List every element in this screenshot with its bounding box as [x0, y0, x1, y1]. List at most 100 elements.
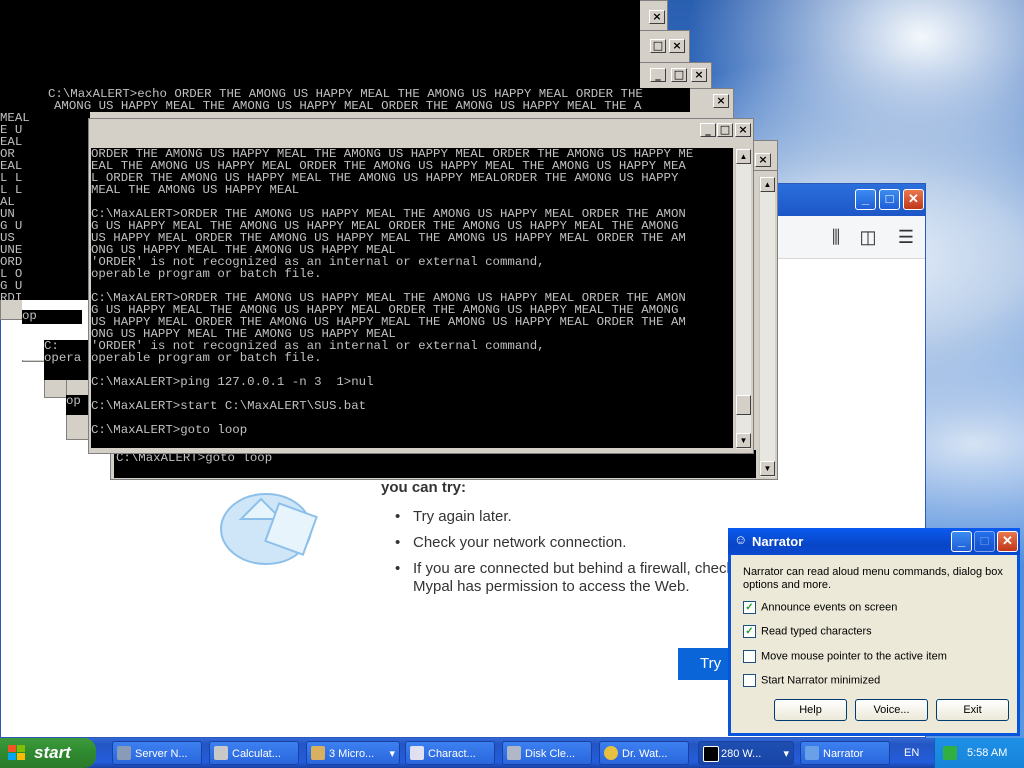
- console-line: op: [66, 395, 81, 408]
- console-fragment-opera: C: opera: [44, 340, 88, 380]
- narrator-titlebar[interactable]: ☺ Narrator _ □ ✕: [728, 528, 1020, 555]
- sidebar-icon[interactable]: ◫: [855, 224, 881, 250]
- maximize-icon[interactable]: □: [879, 189, 900, 210]
- close-icon[interactable]: ×: [735, 123, 751, 137]
- option-label: Start Narrator minimized: [761, 674, 881, 687]
- close-icon[interactable]: ✕: [997, 531, 1018, 552]
- close-icon[interactable]: ×: [755, 153, 771, 167]
- suggestion-text-cont: Mypal has permission to access the Web.: [413, 578, 690, 595]
- exit-button[interactable]: Exit: [936, 699, 1009, 721]
- checkbox[interactable]: [743, 674, 756, 687]
- close-icon[interactable]: ×: [713, 94, 729, 108]
- character-map-icon: [410, 746, 424, 760]
- narrator-icon: [805, 746, 819, 760]
- task-label: 280 W...: [721, 748, 762, 760]
- console-line: opera: [44, 351, 82, 365]
- option-start-minimized[interactable]: Start Narrator minimized: [743, 674, 880, 687]
- suggestions-heading: you can try:: [381, 479, 467, 496]
- option-announce-events[interactable]: ✓ Announce events on screen: [743, 601, 897, 614]
- option-label: Read typed characters: [761, 625, 872, 638]
- scroll-down-icon[interactable]: ▼: [760, 461, 775, 476]
- start-label: start: [34, 743, 71, 762]
- console-fragment-op-2: op: [66, 395, 90, 415]
- minimize-icon[interactable]: _: [855, 189, 876, 210]
- suggestion-text: If you are connected but behind a firewa…: [413, 560, 735, 577]
- minimize-icon[interactable]: _: [650, 68, 666, 82]
- task-disk-cleanup[interactable]: Disk Cle...: [502, 741, 592, 765]
- console-line: C:\MaxALERT>ping 127.0.0.1 -n 3 1>nul: [91, 375, 374, 389]
- task-label: 3 Micro...: [329, 748, 375, 760]
- micro-icon: [311, 746, 325, 760]
- checkbox[interactable]: [743, 650, 756, 663]
- taskbar: start Server N... Calculat... 3 Micro...…: [0, 738, 1024, 768]
- mascot-illustration: [220, 493, 318, 565]
- minimize-icon[interactable]: _: [951, 531, 972, 552]
- clock[interactable]: 5:58 AM: [967, 738, 1007, 768]
- console-line: C:\MaxALERT>start C:\MaxALERT\SUS.bat: [91, 399, 367, 413]
- console-back-output: C:\MaxALERT>goto loop: [114, 450, 756, 478]
- scroll-up-icon[interactable]: ▲: [760, 177, 775, 192]
- start-button[interactable]: start: [0, 738, 96, 768]
- task-character-map[interactable]: Charact...: [405, 741, 495, 765]
- narrator-description: Narrator can read aloud menu commands, d…: [743, 566, 1003, 591]
- server-icon: [117, 746, 131, 760]
- scroll-thumb[interactable]: [736, 395, 751, 415]
- task-micro-group[interactable]: 3 Micro... ▾: [306, 741, 400, 765]
- option-label: Announce events on screen: [761, 601, 898, 614]
- task-server-n[interactable]: Server N...: [112, 741, 202, 765]
- task-dr-watson[interactable]: Dr. Wat...: [599, 741, 689, 765]
- voice-button[interactable]: Voice...: [855, 699, 928, 721]
- narrator-dialog: ☺ Narrator _ □ ✕ Narrator can read aloud…: [728, 528, 1020, 736]
- list-item: Try again later.: [393, 508, 927, 526]
- scroll-up-icon[interactable]: ▲: [736, 149, 751, 164]
- task-label: Server N...: [135, 748, 188, 760]
- console-line: RDI: [0, 291, 23, 300]
- maximize-icon[interactable]: □: [671, 68, 687, 82]
- task-calculator[interactable]: Calculat...: [209, 741, 299, 765]
- close-icon[interactable]: ×: [669, 39, 685, 53]
- checkbox[interactable]: ✓: [743, 625, 756, 638]
- library-icon[interactable]: ⫼: [823, 224, 849, 250]
- narrator-app-icon: ☺: [734, 532, 748, 547]
- close-icon[interactable]: ×: [691, 68, 707, 82]
- console-fragment-op: op: [22, 310, 82, 324]
- console-line: C:\MaxALERT>goto loop: [91, 423, 248, 437]
- console-line: operable program or batch file.: [91, 267, 322, 281]
- scroll-down-icon[interactable]: ▼: [736, 433, 751, 448]
- console-left-fragments: L AEMEALE UEALOREALL LL LALUNG UUSUNEORD…: [0, 100, 90, 300]
- console-line: MEAL THE AMONG US HAPPY MEAL: [91, 183, 300, 197]
- disk-icon: [507, 746, 521, 760]
- menu-icon[interactable]: ☰: [893, 224, 919, 250]
- task-label: Calculat...: [232, 748, 281, 760]
- close-icon[interactable]: ×: [649, 10, 665, 24]
- minimize-icon[interactable]: _: [700, 123, 716, 137]
- maximize-icon: □: [974, 531, 995, 552]
- task-narrator[interactable]: Narrator: [800, 741, 890, 765]
- scrollbar[interactable]: ▲ ▼: [735, 149, 751, 449]
- console-back-fill: [0, 0, 640, 88]
- scrollbar[interactable]: ▲ ▼: [759, 177, 775, 477]
- console-titlebar[interactable]: _ □ ×: [89, 119, 753, 139]
- language-indicator[interactable]: EN: [904, 738, 919, 768]
- task-label: Narrator: [823, 748, 864, 760]
- calculator-icon: [214, 746, 228, 760]
- help-button[interactable]: Help: [774, 699, 847, 721]
- chevron-down-icon: ▾: [783, 748, 789, 760]
- network-icon[interactable]: [943, 746, 957, 760]
- option-read-typed[interactable]: ✓ Read typed characters: [743, 625, 872, 638]
- task-label: Disk Cle...: [525, 748, 576, 760]
- console-echo-lines: C:\MaxALERT>echo ORDER THE AMONG US HAPP…: [0, 88, 690, 112]
- narrator-title: Narrator: [752, 534, 804, 549]
- task-command-prompt[interactable]: 280 W... ▾: [698, 741, 794, 765]
- dr-watson-icon: [604, 746, 618, 760]
- maximize-icon[interactable]: □: [717, 123, 733, 137]
- close-icon[interactable]: ✕: [903, 189, 924, 210]
- task-label: Charact...: [428, 748, 476, 760]
- system-tray: 5:58 AM: [934, 738, 1024, 768]
- option-move-pointer[interactable]: Move mouse pointer to the active item: [743, 650, 947, 663]
- checkbox[interactable]: ✓: [743, 601, 756, 614]
- windows-logo-icon: [8, 745, 25, 760]
- option-label: Move mouse pointer to the active item: [761, 650, 947, 663]
- maximize-icon[interactable]: □: [650, 39, 666, 53]
- console-output-main: ORDER THE AMONG US HAPPY MEAL THE AMONG …: [91, 148, 733, 448]
